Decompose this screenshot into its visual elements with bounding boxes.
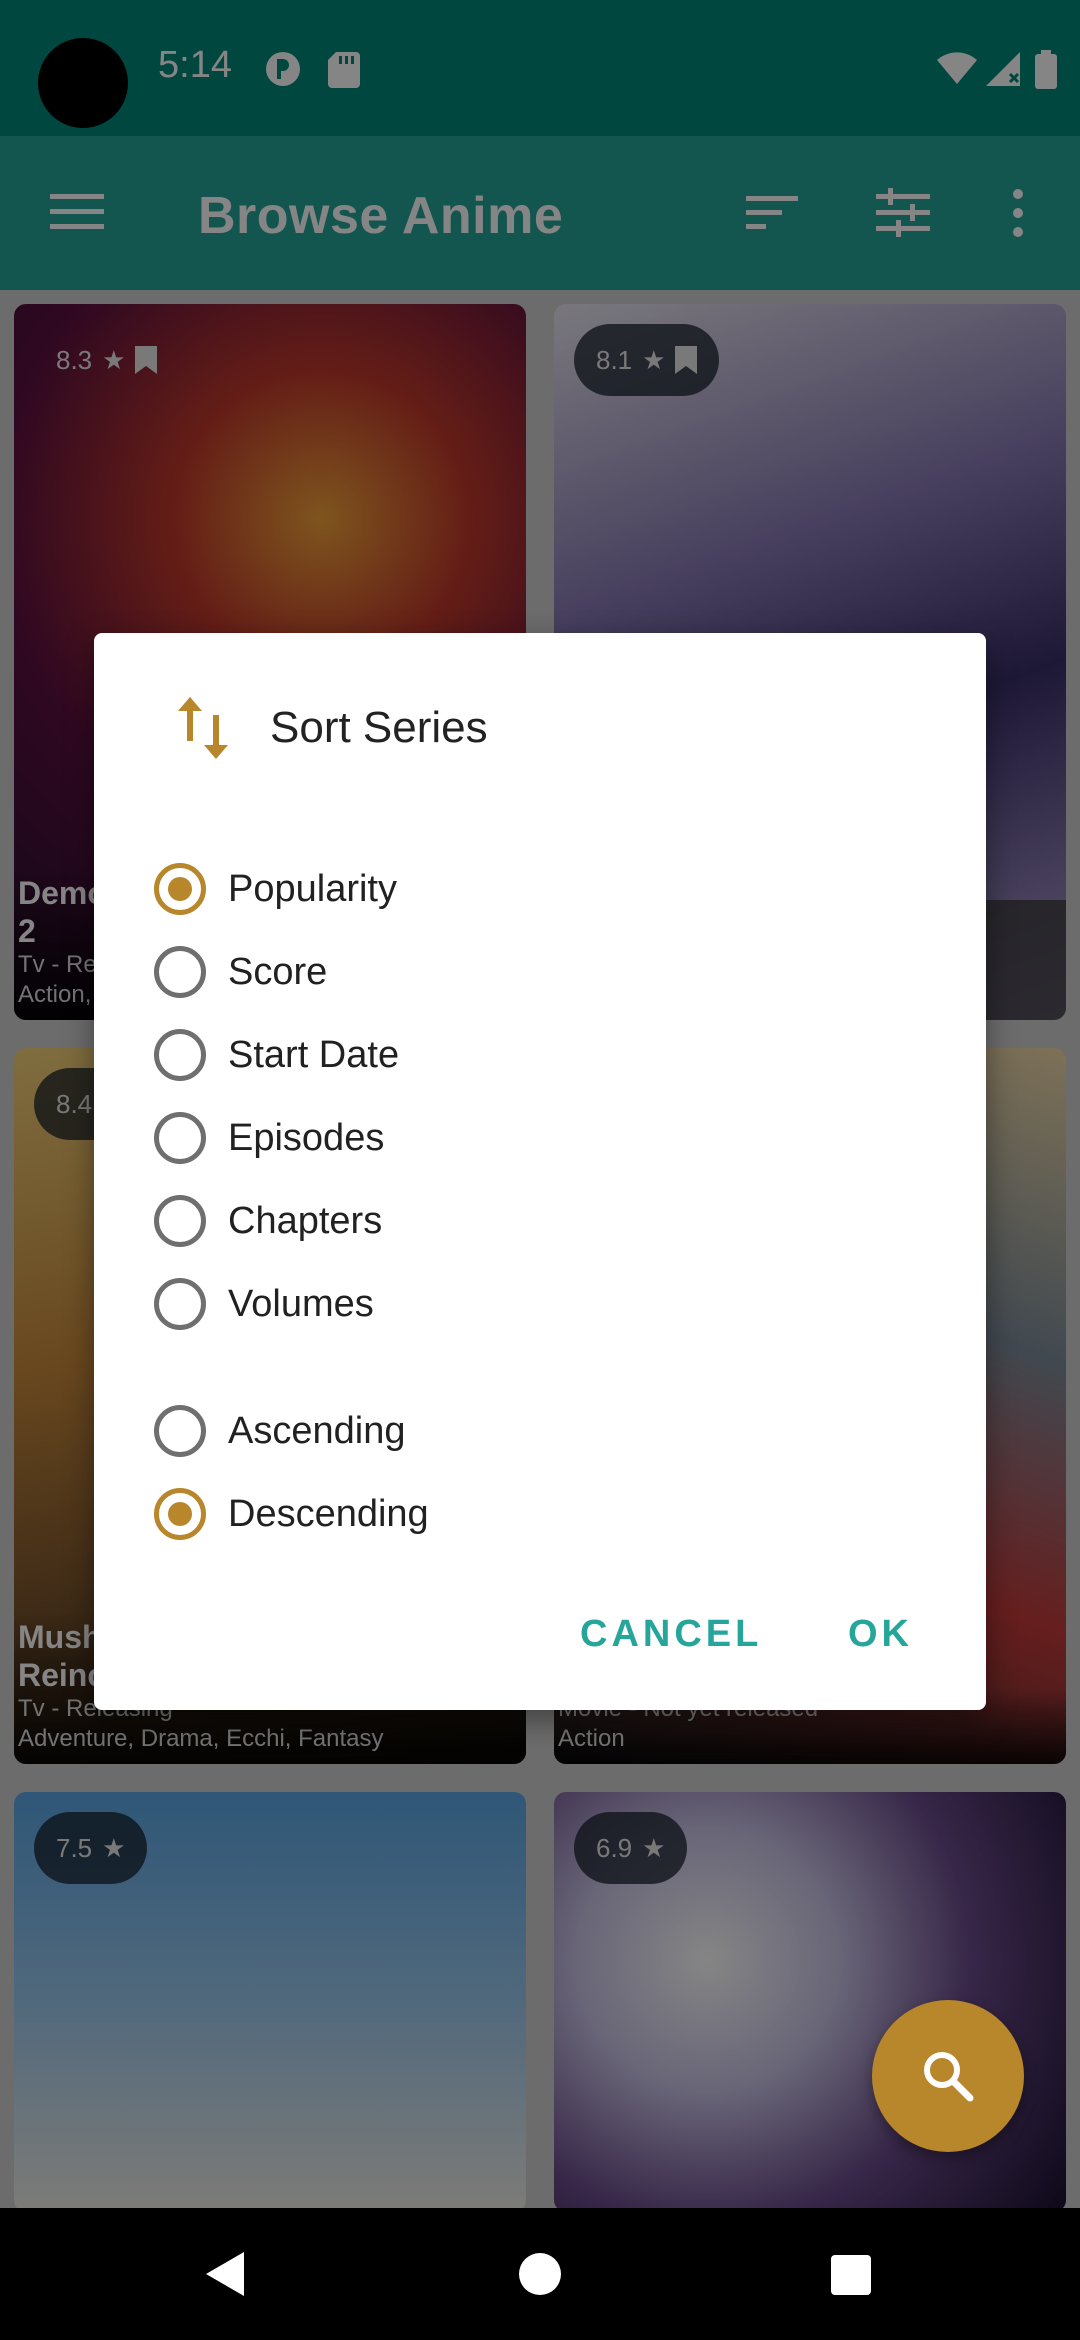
radio-button[interactable] — [154, 1278, 206, 1330]
order-option-descending[interactable]: Descending — [154, 1479, 429, 1549]
search-fab[interactable] — [872, 2000, 1024, 2152]
radio-button[interactable] — [154, 1405, 206, 1457]
sort-option-start-date[interactable]: Start Date — [154, 1020, 399, 1090]
search-icon — [924, 2052, 974, 2102]
sort-option-score[interactable]: Score — [154, 937, 327, 1007]
option-label: Volumes — [228, 1282, 374, 1325]
radio-button[interactable] — [154, 1488, 206, 1540]
option-label: Start Date — [228, 1033, 400, 1076]
cancel-button[interactable]: CANCEL — [580, 1613, 762, 1656]
option-label: Chapters — [228, 1199, 383, 1242]
option-label: Episodes — [228, 1116, 385, 1159]
radio-button[interactable] — [154, 1029, 206, 1081]
dialog-title: Sort Series — [270, 703, 488, 752]
ok-button[interactable]: OK — [848, 1613, 913, 1656]
option-label: Score — [228, 950, 328, 993]
system-nav-bar — [0, 2208, 1080, 2340]
swap-vert-icon — [178, 697, 228, 759]
radio-button[interactable] — [154, 1195, 206, 1247]
option-label: Popularity — [228, 867, 397, 910]
radio-button[interactable] — [154, 1112, 206, 1164]
sort-dialog: Sort Series Popularity Score Start Date … — [94, 633, 986, 1710]
dialog-header: Sort Series — [176, 695, 488, 761]
recents-icon[interactable] — [830, 2254, 872, 2296]
radio-button[interactable] — [154, 946, 206, 998]
sort-option-chapters[interactable]: Chapters — [154, 1186, 382, 1256]
home-icon[interactable] — [518, 2252, 562, 2296]
option-label: Descending — [228, 1492, 429, 1535]
sort-option-popularity[interactable]: Popularity — [154, 854, 397, 924]
back-icon[interactable] — [204, 2250, 246, 2298]
sort-option-volumes[interactable]: Volumes — [154, 1269, 374, 1339]
order-option-ascending[interactable]: Ascending — [154, 1396, 405, 1466]
radio-button[interactable] — [154, 863, 206, 915]
option-label: Ascending — [228, 1409, 406, 1452]
sort-option-episodes[interactable]: Episodes — [154, 1103, 384, 1173]
